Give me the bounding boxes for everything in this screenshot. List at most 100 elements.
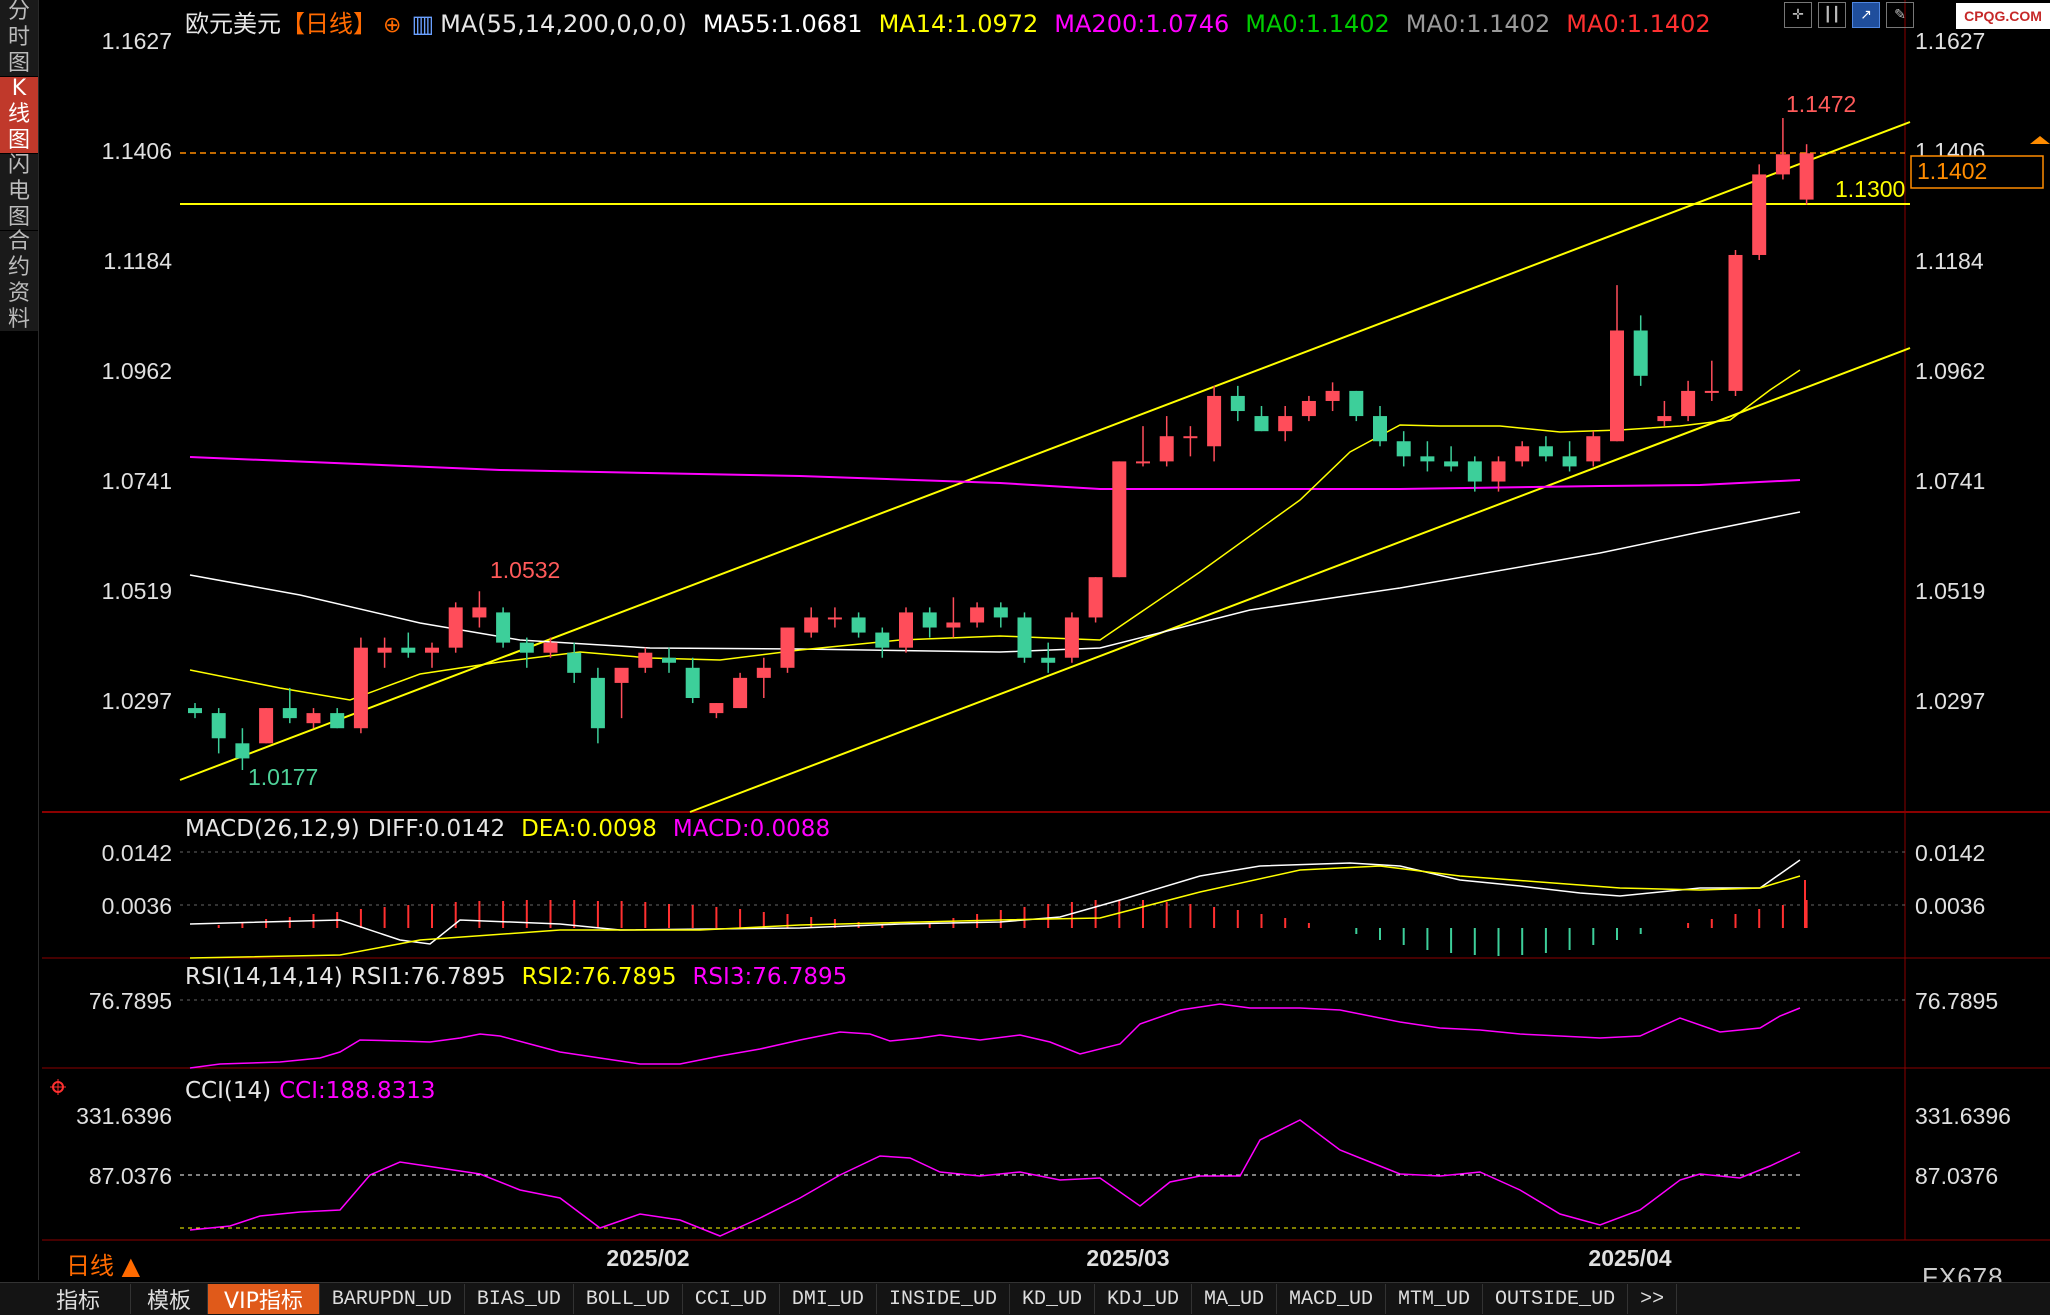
macd-panel: 0.0142 0.0036 0.0142 0.0036: [102, 840, 1985, 959]
candle-body: [1681, 390, 1696, 417]
candle-body: [1159, 436, 1174, 462]
candle-body: [1064, 617, 1079, 658]
candle: [662, 647, 676, 673]
tab-boll[interactable]: BOLL_UD: [574, 1284, 683, 1314]
macd-diff-line: [189, 859, 1801, 945]
add-icon[interactable]: ⊕: [383, 13, 401, 38]
macd-dea: DEA:0.0098: [521, 816, 657, 842]
price-tick: 1.0519: [1915, 578, 1985, 604]
candle: [1515, 441, 1530, 467]
candle-body: [1088, 577, 1103, 618]
tab-mtm[interactable]: MTM_UD: [1386, 1284, 1484, 1314]
candle: [1799, 144, 1814, 205]
tab-dmi[interactable]: DMI_UD: [780, 1284, 877, 1314]
tab-ma[interactable]: MA_UD: [1192, 1284, 1278, 1314]
tab-outside[interactable]: OUTSIDE_UD: [1483, 1284, 1629, 1314]
tab-templates[interactable]: 模板: [131, 1284, 209, 1314]
channel-lower-line[interactable]: [689, 347, 1911, 813]
price-tick: 1.1184: [1915, 248, 1984, 274]
candle: [804, 607, 819, 638]
macd-tick: 0.0036: [102, 893, 172, 919]
candle-body: [685, 667, 700, 699]
period-selector[interactable]: 日线 ▲: [66, 1246, 140, 1281]
candle-body: [377, 647, 392, 653]
indicator-chart-icon[interactable]: ▥: [411, 10, 434, 38]
tab-vip-indicators[interactable]: VIP指标: [208, 1284, 320, 1314]
candle: [472, 591, 487, 628]
tab-kdj[interactable]: KDJ_UD: [1095, 1284, 1192, 1314]
candle-body: [353, 647, 368, 729]
candle: [875, 627, 890, 658]
candle-tool-icon[interactable]: ┃┃: [1818, 2, 1846, 28]
rsi-title: RSI(14,14,14): [185, 964, 343, 990]
candle-body: [1799, 153, 1814, 200]
candle: [1373, 406, 1387, 447]
macd-tick: 0.0036: [1915, 893, 1985, 919]
candle-body: [259, 708, 274, 744]
candle-body: [733, 677, 748, 709]
candle: [1657, 400, 1672, 427]
candle: [1633, 315, 1648, 386]
tab-cci[interactable]: CCI_UD: [683, 1284, 780, 1314]
tab-bias[interactable]: BIAS_UD: [465, 1284, 574, 1314]
candle-body: [1467, 461, 1482, 482]
candle: [1586, 431, 1601, 467]
candle-body: [235, 743, 250, 759]
candle-body: [1515, 446, 1530, 462]
candle: [1775, 118, 1790, 180]
candle-body: [543, 642, 558, 653]
candle-body: [448, 607, 463, 648]
candle-body: [282, 708, 297, 719]
price-tick: 1.0297: [102, 688, 172, 714]
candle: [1159, 416, 1174, 467]
mid-high-annotation: 1.0532: [490, 557, 560, 583]
tab-inside[interactable]: INSIDE_UD: [877, 1284, 1010, 1314]
price-tick: 1.1627: [102, 28, 172, 54]
candle-body: [1420, 456, 1435, 462]
tab-kd[interactable]: KD_UD: [1010, 1284, 1095, 1314]
price-marker-arrow: [2030, 136, 2050, 144]
candle-body: [899, 612, 913, 648]
time-tick: 2025/04: [1588, 1245, 1671, 1271]
candle: [1704, 360, 1719, 401]
candle: [567, 642, 582, 683]
tab-more[interactable]: >>: [1628, 1284, 1678, 1314]
chart-tool-icons: ✛ ┃┃ ↗ ✎: [1784, 2, 1914, 28]
crosshair-tool-icon[interactable]: ✛: [1784, 2, 1812, 28]
tab-barupdn[interactable]: BARUPDN_UD: [320, 1284, 465, 1314]
price-tick: 1.0741: [102, 468, 172, 494]
candle-body: [614, 667, 629, 683]
candle-body: [401, 647, 416, 653]
price-tick: 1.0962: [102, 358, 172, 384]
candle: [1278, 406, 1293, 442]
tab-indicators[interactable]: 指标: [0, 1284, 132, 1314]
ma55-line: [189, 511, 1801, 653]
candle: [1467, 456, 1482, 492]
time-axis: 2025/02 2025/03 2025/04: [606, 1245, 1671, 1271]
candle-body: [804, 617, 819, 633]
macd-tick: 0.0142: [102, 840, 172, 866]
candle: [614, 667, 629, 719]
tab-macd[interactable]: MACD_UD: [1277, 1284, 1387, 1314]
candle-body: [1728, 254, 1743, 391]
cci-panel: 331.6396 87.0376 331.6396 87.0376: [76, 1103, 2011, 1237]
level-label: 1.1300: [1835, 176, 1905, 202]
draw-tool-icon[interactable]: ✎: [1886, 2, 1914, 28]
candle-body: [1325, 390, 1340, 401]
candle: [1420, 441, 1435, 472]
ma-config[interactable]: MA(55,14,200,0,0,0): [440, 10, 687, 38]
candle-body: [472, 607, 487, 618]
channel-upper-line[interactable]: [179, 121, 1911, 781]
time-tick: 2025/02: [606, 1245, 689, 1271]
candle-body: [425, 647, 439, 653]
candle: [425, 642, 439, 668]
candle: [851, 612, 866, 638]
candle-body: [1538, 446, 1553, 457]
crosshair-icon[interactable]: [50, 1079, 66, 1095]
candle-body: [1657, 416, 1672, 422]
line-tool-icon[interactable]: ↗: [1852, 2, 1880, 28]
candle-body: [1207, 395, 1222, 447]
price-tick: 1.0297: [1915, 688, 1985, 714]
candle-body: [709, 703, 724, 714]
candle: [519, 637, 534, 668]
